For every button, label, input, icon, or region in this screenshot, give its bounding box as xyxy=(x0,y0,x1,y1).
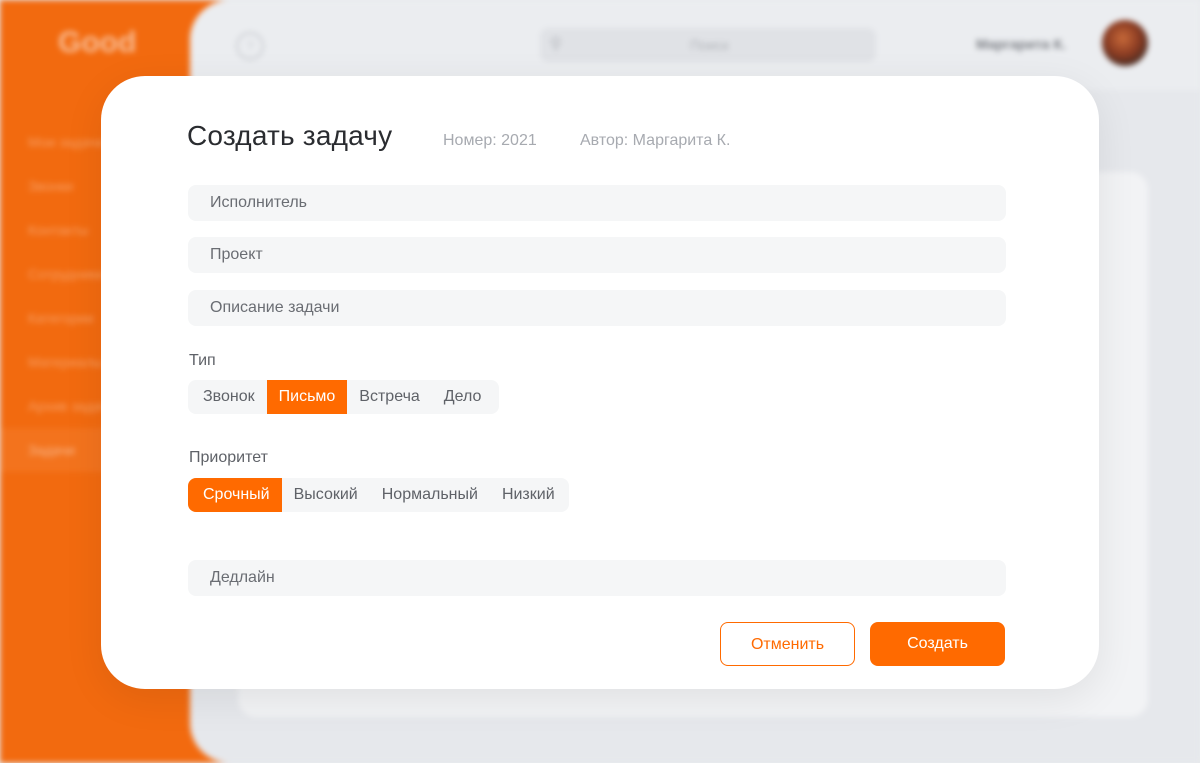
task-author: Автор: Маргарита К. xyxy=(580,132,731,149)
assignee-field[interactable] xyxy=(188,185,1006,221)
search-bar: ⚲ Поиск xyxy=(540,28,876,62)
type-label: Тип xyxy=(189,352,216,369)
type-option-meeting[interactable]: Встреча xyxy=(347,380,432,414)
priority-selector: Срочный Высокий Нормальный Низкий xyxy=(188,478,569,512)
priority-option-low[interactable]: Низкий xyxy=(490,478,569,512)
description-field[interactable] xyxy=(188,290,1006,326)
create-task-modal: Создать задачу Номер: 2021 Автор: Маргар… xyxy=(101,76,1099,689)
search-icon: ⚲ xyxy=(550,36,562,53)
search-placeholder: Поиск xyxy=(690,37,729,53)
task-number: Номер: 2021 xyxy=(443,132,537,149)
priority-label: Приоритет xyxy=(189,449,268,466)
deadline-field[interactable] xyxy=(188,560,1006,596)
priority-option-high[interactable]: Высокий xyxy=(282,478,370,512)
modal-title: Создать задачу xyxy=(187,120,393,151)
project-field[interactable] xyxy=(188,237,1006,273)
type-option-call[interactable]: Звонок xyxy=(188,380,267,414)
priority-option-normal[interactable]: Нормальный xyxy=(370,478,490,512)
priority-option-urgent[interactable]: Срочный xyxy=(188,478,282,512)
logo: Good xyxy=(58,26,137,59)
type-option-task[interactable]: Дело xyxy=(432,380,500,414)
type-option-letter[interactable]: Письмо xyxy=(266,380,348,414)
cancel-button[interactable]: Отменить xyxy=(720,622,855,666)
create-button[interactable]: Создать xyxy=(870,622,1005,666)
help-icon: ? xyxy=(236,32,264,60)
user-name: Маргарита К. xyxy=(976,36,1066,52)
type-selector: Звонок Письмо Встреча Дело xyxy=(188,380,500,414)
avatar xyxy=(1102,20,1148,66)
